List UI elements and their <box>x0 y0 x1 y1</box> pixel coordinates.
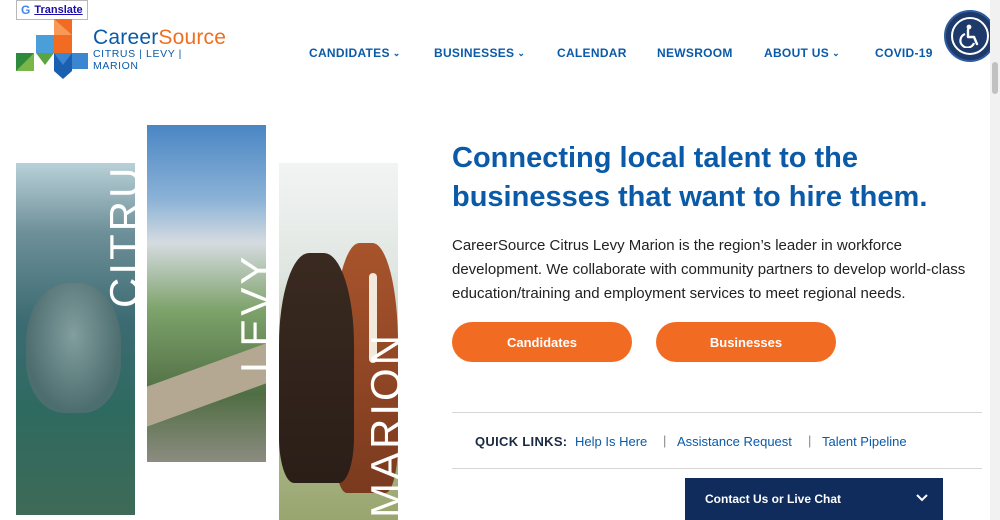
nav-calendar[interactable]: CALENDAR <box>557 46 627 60</box>
chevron-down-icon[interactable] <box>915 491 929 505</box>
marion-panel-image: MARION <box>279 163 398 520</box>
quick-links-label: QUICK LINKS: <box>475 434 568 449</box>
logo-subtitle: CITRUS | LEVY | MARION <box>93 48 182 72</box>
divider <box>452 468 982 469</box>
nav-businesses[interactable]: BUSINESSES ⌄ <box>434 46 525 60</box>
businesses-button[interactable]: Businesses <box>656 322 836 362</box>
nav-about-us[interactable]: ABOUT US ⌄ <box>764 46 840 60</box>
google-icon: G <box>21 3 31 17</box>
chevron-down-icon: ⌄ <box>832 47 840 58</box>
quick-link-assistance-request[interactable]: Assistance Request <box>677 434 792 449</box>
chevron-down-icon: ⌄ <box>392 47 401 58</box>
panel-label-marion: MARION <box>362 332 398 518</box>
accessibility-button[interactable] <box>944 10 996 62</box>
hero-description: CareerSource Citrus Levy Marion is the r… <box>452 237 966 302</box>
chevron-down-icon: ⌄ <box>517 47 526 58</box>
quick-link-talent-pipeline[interactable]: Talent Pipeline <box>822 434 907 449</box>
nav-covid-19[interactable]: COVID-19 <box>875 46 933 60</box>
link-separator: | <box>663 433 667 448</box>
translate-link[interactable]: Translate <box>34 4 82 16</box>
logo-mark-icon <box>16 19 88 79</box>
nav-newsroom[interactable]: NEWSROOM <box>657 46 733 60</box>
quick-link-help-is-here[interactable]: Help Is Here <box>575 434 647 449</box>
panel-label-levy: LEVY <box>232 253 266 373</box>
site-logo[interactable]: CareerSource CITRUS | LEVY | MARION <box>16 19 226 83</box>
scrollbar-thumb[interactable] <box>992 62 998 94</box>
translate-widget[interactable]: G Translate <box>16 0 88 20</box>
divider <box>452 412 982 413</box>
levy-panel-image: LEVY <box>147 125 266 462</box>
nav-candidates[interactable]: CANDIDATES ⌄ <box>309 46 401 60</box>
dark-horse-image <box>279 253 354 483</box>
wheelchair-icon <box>951 17 989 55</box>
hero-headline: Connecting local talent to the businesse… <box>452 142 928 213</box>
panel-label-citrus: CITRUS <box>101 163 135 308</box>
chat-label: Contact Us or Live Chat <box>705 492 842 506</box>
logo-brand: CareerSource <box>93 26 227 49</box>
candidates-button[interactable]: Candidates <box>452 322 632 362</box>
contact-chat-bar[interactable]: Contact Us or Live Chat <box>685 478 943 520</box>
link-separator: | <box>808 433 812 448</box>
citrus-panel-image: CITRUS <box>16 163 135 515</box>
